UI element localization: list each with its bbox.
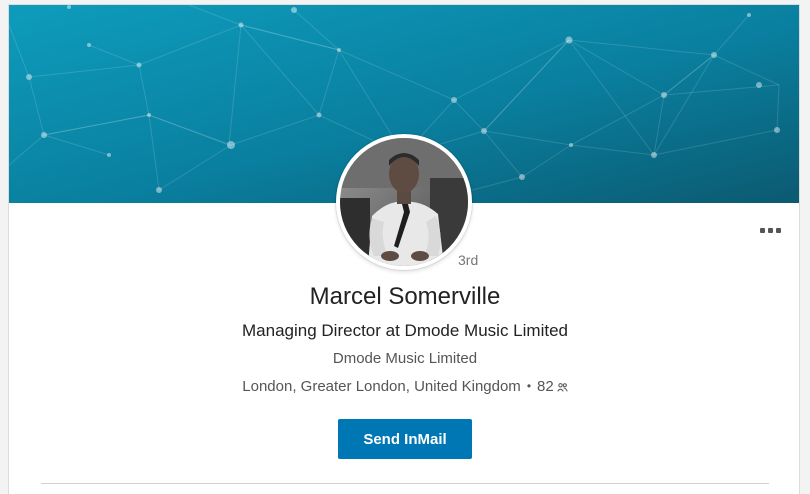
profile-headline: Managing Director at Dmode Music Limited xyxy=(242,321,568,340)
send-inmail-button[interactable]: Send InMail xyxy=(338,419,472,459)
more-horizontal-icon xyxy=(759,227,765,233)
more-options-button[interactable] xyxy=(757,219,783,241)
profile-photo xyxy=(340,138,468,266)
section-divider xyxy=(41,483,769,484)
profile-name: Marcel Somerville xyxy=(309,283,501,310)
avatar[interactable] xyxy=(336,134,472,270)
separator-dot: • xyxy=(526,379,532,393)
connections-count[interactable]: 82 xyxy=(537,378,554,395)
profile-location: London, Greater London, United Kingdom xyxy=(242,378,521,395)
people-icon xyxy=(556,379,568,396)
connection-degree-badge: 3rd xyxy=(458,252,479,268)
location-row: London, Greater London, United Kingdom • 8… xyxy=(9,378,799,396)
profile-card: 3rd Marcel Somerville Managing Director … xyxy=(8,4,800,494)
profile-company[interactable]: Dmode Music Limited xyxy=(9,350,799,367)
profile-photo-image xyxy=(340,138,468,266)
